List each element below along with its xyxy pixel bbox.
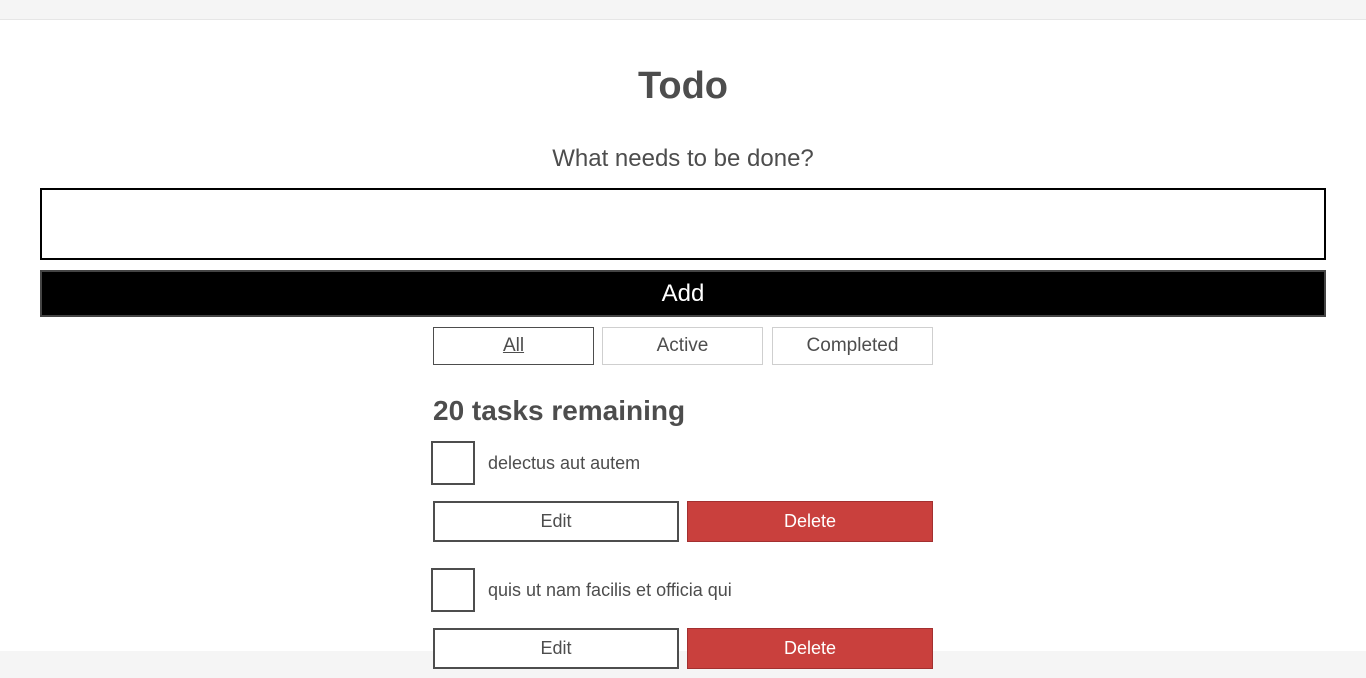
- todo-item: delectus aut autem Edit Delete: [431, 441, 933, 551]
- todo-label: delectus aut autem: [488, 453, 641, 473]
- filter-completed-button[interactable]: Completed: [772, 327, 933, 365]
- delete-button[interactable]: Delete: [687, 501, 933, 542]
- filter-group: All Active Completed: [433, 327, 933, 365]
- todo-checkbox[interactable]: [431, 568, 475, 612]
- delete-button[interactable]: Delete: [687, 628, 933, 669]
- new-todo-label: What needs to be done?: [552, 145, 814, 172]
- todo-app: Todo What needs to be done? Add All Acti…: [0, 20, 1366, 669]
- filter-active-button[interactable]: Active: [602, 327, 763, 365]
- page-title: Todo: [637, 65, 729, 107]
- todo-label: quis ut nam facilis et officia qui: [488, 580, 732, 600]
- todo-checkbox[interactable]: [431, 441, 475, 485]
- todo-item: quis ut nam facilis et officia qui Edit …: [431, 568, 933, 678]
- add-button[interactable]: Add: [40, 270, 1326, 317]
- new-todo-input[interactable]: [40, 188, 1326, 260]
- tasks-remaining-heading: 20 tasks remaining: [433, 395, 686, 426]
- edit-button[interactable]: Edit: [433, 628, 679, 669]
- filter-all-button[interactable]: All: [433, 327, 594, 365]
- edit-button[interactable]: Edit: [433, 501, 679, 542]
